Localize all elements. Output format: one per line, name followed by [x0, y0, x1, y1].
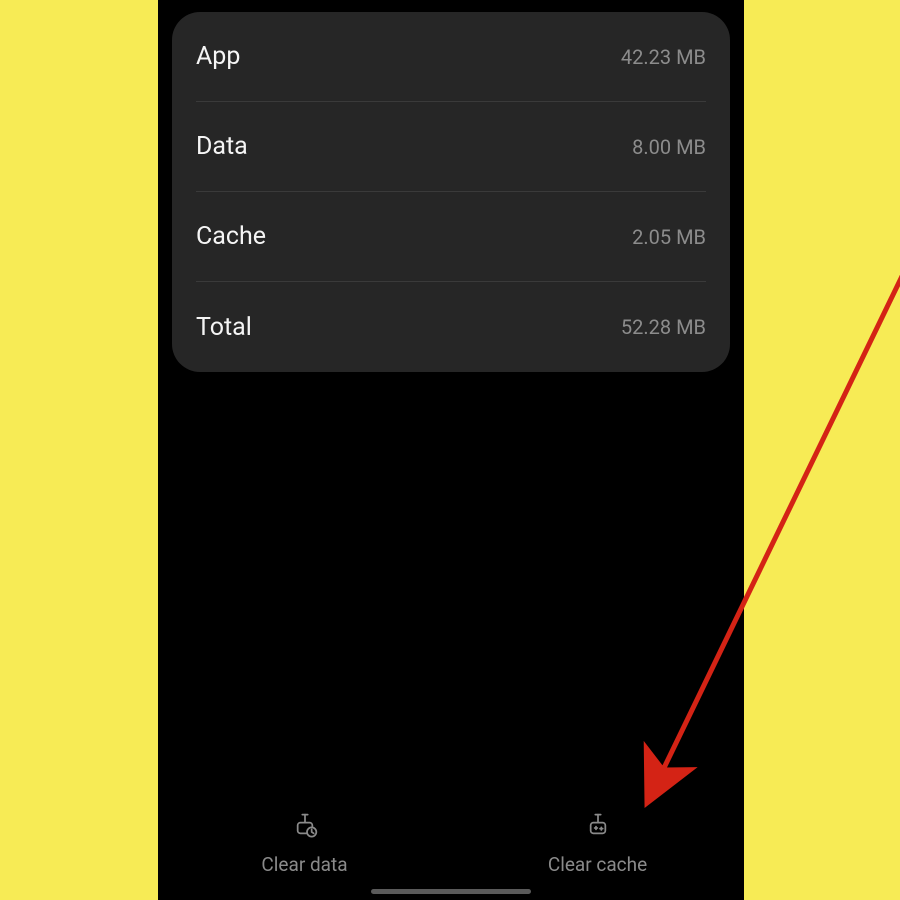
storage-row-data[interactable]: Data 8.00 MB: [196, 102, 706, 192]
storage-value: 42.23 MB: [621, 45, 706, 69]
clear-cache-icon: [582, 808, 614, 845]
storage-row-cache[interactable]: Cache 2.05 MB: [196, 192, 706, 282]
home-indicator[interactable]: [371, 889, 531, 894]
clear-data-button[interactable]: Clear data: [158, 808, 451, 876]
clear-cache-button[interactable]: Clear cache: [451, 808, 744, 876]
spacer: [158, 372, 744, 790]
bottom-action-bar: Clear data Clear cache: [158, 790, 744, 900]
clear-data-icon: [289, 808, 321, 845]
clear-data-label: Clear data: [261, 853, 347, 876]
storage-row-total[interactable]: Total 52.28 MB: [196, 282, 706, 372]
storage-card: App 42.23 MB Data 8.00 MB Cache 2.05 MB …: [172, 12, 730, 372]
storage-value: 52.28 MB: [621, 315, 706, 339]
storage-label: App: [196, 42, 240, 71]
storage-label: Cache: [196, 222, 266, 251]
phone-frame: App 42.23 MB Data 8.00 MB Cache 2.05 MB …: [158, 0, 744, 900]
storage-value: 2.05 MB: [632, 225, 706, 249]
storage-row-app[interactable]: App 42.23 MB: [196, 12, 706, 102]
storage-value: 8.00 MB: [632, 135, 706, 159]
clear-cache-label: Clear cache: [548, 853, 647, 876]
storage-label: Data: [196, 132, 248, 161]
storage-label: Total: [196, 313, 252, 342]
